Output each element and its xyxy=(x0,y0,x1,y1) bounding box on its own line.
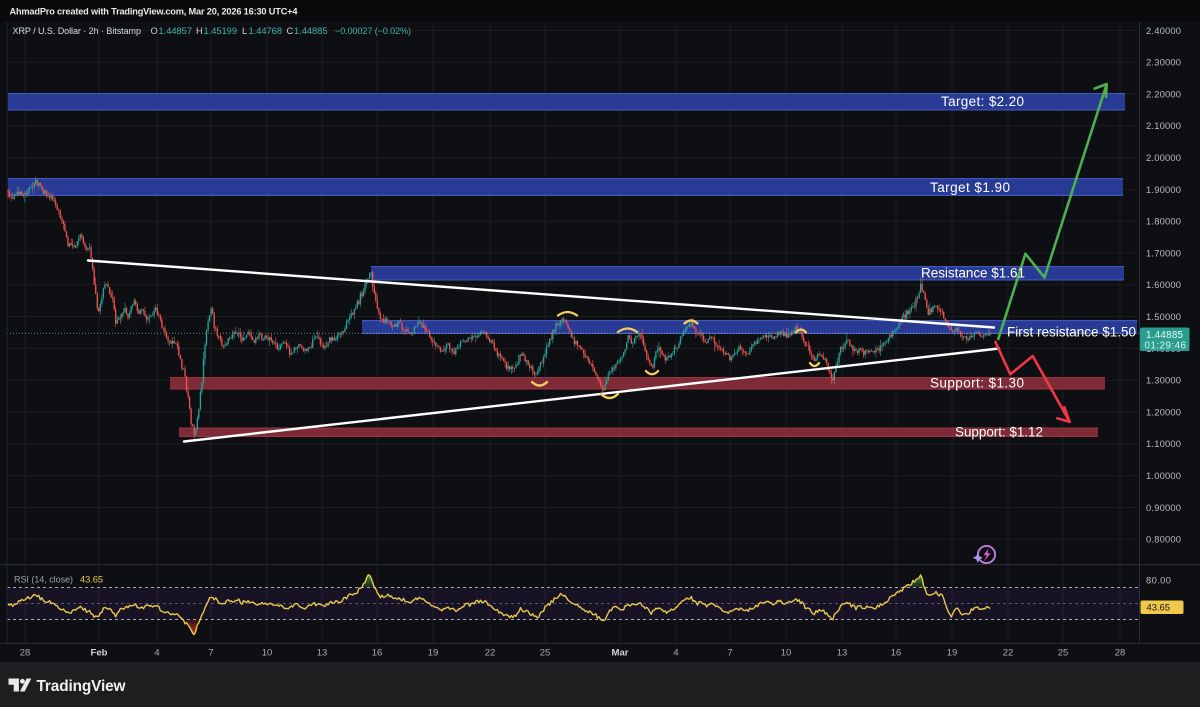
svg-text:43.65: 43.65 xyxy=(1147,602,1171,613)
svg-text:Mar: Mar xyxy=(612,648,629,659)
svg-text:First resistance $1.50: First resistance $1.50 xyxy=(1007,325,1136,340)
svg-text:XRP / U.S. Dollar · 2h · Bitst: XRP / U.S. Dollar · 2h · Bitstamp xyxy=(13,26,142,36)
svg-text:28: 28 xyxy=(20,648,31,659)
svg-text:−0.00027 (−0.02%): −0.00027 (−0.02%) xyxy=(335,26,411,36)
svg-text:2.30000: 2.30000 xyxy=(1146,57,1181,68)
svg-text:25: 25 xyxy=(540,648,551,659)
svg-text:Support: $1.30: Support: $1.30 xyxy=(930,376,1024,391)
svg-text:7: 7 xyxy=(208,648,213,659)
svg-text:10: 10 xyxy=(781,648,792,659)
svg-text:19: 19 xyxy=(947,648,958,659)
svg-text:1.20000: 1.20000 xyxy=(1146,406,1181,417)
svg-text:AhmadPro created with TradingV: AhmadPro created with TradingView.com, M… xyxy=(10,7,299,17)
svg-text:RSI (14, close): RSI (14, close) xyxy=(14,575,73,585)
svg-text:0.90000: 0.90000 xyxy=(1146,502,1181,513)
svg-text:1.45199: 1.45199 xyxy=(204,26,238,36)
svg-text:28: 28 xyxy=(1115,648,1126,659)
svg-text:Feb: Feb xyxy=(91,648,108,659)
svg-text:4: 4 xyxy=(673,648,678,659)
svg-text:1.00000: 1.00000 xyxy=(1146,470,1181,481)
svg-text:1.30000: 1.30000 xyxy=(1146,375,1181,386)
svg-text:13: 13 xyxy=(837,648,848,659)
svg-text:1.44768: 1.44768 xyxy=(249,26,283,36)
svg-text:80.00: 80.00 xyxy=(1146,574,1171,585)
svg-text:2.00000: 2.00000 xyxy=(1146,152,1181,163)
svg-text:43.65: 43.65 xyxy=(80,575,103,585)
svg-text:22: 22 xyxy=(485,648,496,659)
svg-text:TradingView: TradingView xyxy=(37,678,126,695)
svg-text:H: H xyxy=(196,26,203,36)
svg-text:1.44885: 1.44885 xyxy=(294,26,328,36)
svg-text:4: 4 xyxy=(154,648,159,659)
svg-text:Target: $2.20: Target: $2.20 xyxy=(941,94,1024,109)
svg-text:1.44857: 1.44857 xyxy=(159,26,193,36)
svg-text:25: 25 xyxy=(1058,648,1069,659)
svg-text:01:29:46: 01:29:46 xyxy=(1145,341,1187,352)
svg-text:10: 10 xyxy=(262,648,273,659)
svg-text:Resistance $1.61: Resistance $1.61 xyxy=(921,266,1025,281)
svg-text:13: 13 xyxy=(317,648,328,659)
svg-text:Support: $1.12: Support: $1.12 xyxy=(955,425,1043,440)
svg-text:1.80000: 1.80000 xyxy=(1146,216,1181,227)
svg-text:L: L xyxy=(242,26,247,36)
svg-text:19: 19 xyxy=(428,648,439,659)
svg-text:C: C xyxy=(287,26,294,36)
svg-text:1.60000: 1.60000 xyxy=(1146,279,1181,290)
svg-text:1.10000: 1.10000 xyxy=(1146,438,1181,449)
svg-text:22: 22 xyxy=(1003,648,1014,659)
svg-text:Target $1.90: Target $1.90 xyxy=(930,180,1010,195)
svg-text:1.44885: 1.44885 xyxy=(1146,330,1184,341)
svg-text:O: O xyxy=(151,26,158,36)
svg-text:1.90000: 1.90000 xyxy=(1146,184,1181,195)
svg-text:1.70000: 1.70000 xyxy=(1146,247,1181,258)
svg-text:0.80000: 0.80000 xyxy=(1146,534,1181,545)
svg-text:16: 16 xyxy=(891,648,902,659)
svg-text:2.40000: 2.40000 xyxy=(1146,25,1181,36)
svg-text:2.10000: 2.10000 xyxy=(1146,120,1181,131)
svg-text:1.50000: 1.50000 xyxy=(1146,311,1181,322)
svg-text:2.20000: 2.20000 xyxy=(1146,88,1181,99)
svg-text:16: 16 xyxy=(372,648,383,659)
svg-text:7: 7 xyxy=(727,648,732,659)
